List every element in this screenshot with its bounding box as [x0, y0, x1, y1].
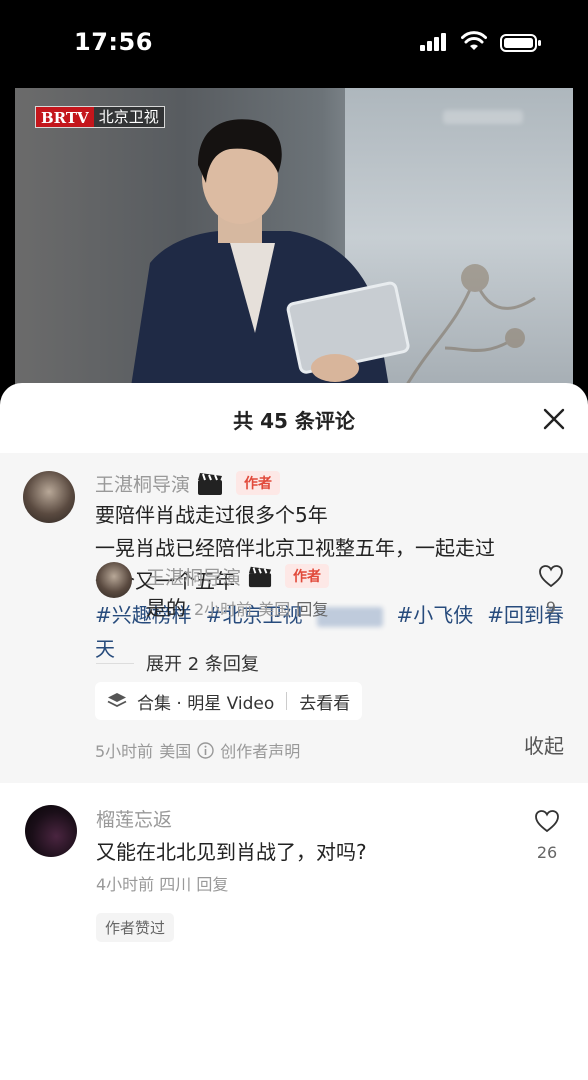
- divider: [286, 692, 288, 710]
- like-control[interactable]: 9: [536, 564, 566, 617]
- author-row: 王湛桐导演 作者: [95, 467, 565, 499]
- comment-line: 要陪伴肖战走过很多个5年: [95, 503, 328, 527]
- heart-icon[interactable]: [538, 564, 564, 588]
- reply-body: 王湛桐导演 作者 是的 2小时前 美国 回复: [146, 560, 506, 626]
- author-name[interactable]: 王湛桐导演: [95, 470, 190, 497]
- cellular-signal-icon: [420, 33, 446, 51]
- channel-logo: BRTV 北京卫视: [35, 106, 165, 128]
- comment-time: 4小时前: [96, 875, 155, 894]
- video-person-figure: [130, 119, 410, 388]
- channel-logo-name: 北京卫视: [93, 107, 164, 127]
- comment-location: 四川: [159, 875, 192, 894]
- author-name[interactable]: 王湛桐导演: [146, 563, 241, 590]
- comment-location: 美国: [159, 742, 192, 761]
- reply-button[interactable]: 回复: [196, 875, 228, 894]
- comment-item: 榴莲忘返 又能在北北见到肖战了，对吗? 4小时前 四川 回复 作者赞过 26: [0, 783, 588, 1003]
- comment-count-title: 共 45 条评论: [233, 409, 355, 433]
- reply-time: 2小时前: [194, 600, 253, 619]
- channel-logo-brtv: BRTV: [36, 107, 94, 127]
- collection-chip[interactable]: 合集 · 明星 Video 去看看: [95, 682, 363, 720]
- reply-location: 美国: [258, 600, 291, 619]
- expand-replies-button[interactable]: 展开 2 条回复: [96, 650, 259, 676]
- status-time: 17:56: [74, 28, 153, 56]
- avatar[interactable]: [23, 471, 75, 523]
- author-row: 王湛桐导演 作者: [146, 560, 506, 592]
- liked-by-author-badge: 作者赞过: [96, 913, 175, 942]
- like-control[interactable]: 26: [532, 809, 562, 862]
- author-badge: 作者: [236, 471, 281, 495]
- clapperboard-icon: [198, 473, 223, 495]
- comment-text: 又能在北北见到肖战了，对吗?: [96, 840, 367, 864]
- reply-button[interactable]: 回复: [296, 600, 328, 619]
- comment-sheet: 共 45 条评论 王湛桐导演 作者 要陪伴肖战走过很多个5年 一晃肖战已经陪伴北…: [0, 383, 588, 1080]
- sheet-header: 共 45 条评论: [0, 383, 588, 453]
- clapperboard-icon: [248, 566, 272, 588]
- battery-icon: [500, 34, 541, 52]
- avatar[interactable]: [25, 805, 77, 857]
- wifi-icon: [461, 31, 487, 50]
- expand-replies-label[interactable]: 展开 2 条回复: [146, 650, 259, 676]
- reply-text: 是的: [146, 596, 186, 620]
- comment-body: 榴莲忘返 又能在北北见到肖战了，对吗? 4小时前 四川 回复 作者赞过: [96, 805, 516, 942]
- comment-meta: 5小时前 美国 创作者声明: [95, 738, 565, 762]
- video-player[interactable]: BRTV 北京卫视: [15, 88, 573, 388]
- stack-layers-icon: [107, 693, 127, 708]
- like-count: 9: [545, 598, 557, 617]
- like-count: 26: [536, 843, 558, 862]
- comment-meta: 4小时前 四川 回复: [96, 871, 516, 895]
- collection-label: 合集 · 明星 Video: [137, 693, 275, 714]
- reply-line: 是的 2小时前 美国 回复: [146, 592, 506, 626]
- status-bar: 17:56: [0, 0, 588, 88]
- commenter-name[interactable]: 榴莲忘返: [96, 805, 516, 835]
- close-icon[interactable]: [542, 407, 566, 431]
- blurred-watermark: [443, 110, 523, 124]
- author-reply: 王湛桐导演 作者 是的 2小时前 美国 回复 9: [96, 560, 566, 640]
- heart-icon[interactable]: [534, 809, 560, 833]
- comment-time: 5小时前: [95, 742, 154, 761]
- divider: [96, 662, 134, 664]
- avatar[interactable]: [96, 562, 132, 598]
- author-badge: 作者: [285, 564, 330, 588]
- collection-view-button[interactable]: 去看看: [299, 689, 350, 714]
- collapse-button[interactable]: 收起: [524, 730, 564, 759]
- info-icon: [197, 741, 214, 759]
- creator-declaration-link[interactable]: 创作者声明: [220, 738, 300, 762]
